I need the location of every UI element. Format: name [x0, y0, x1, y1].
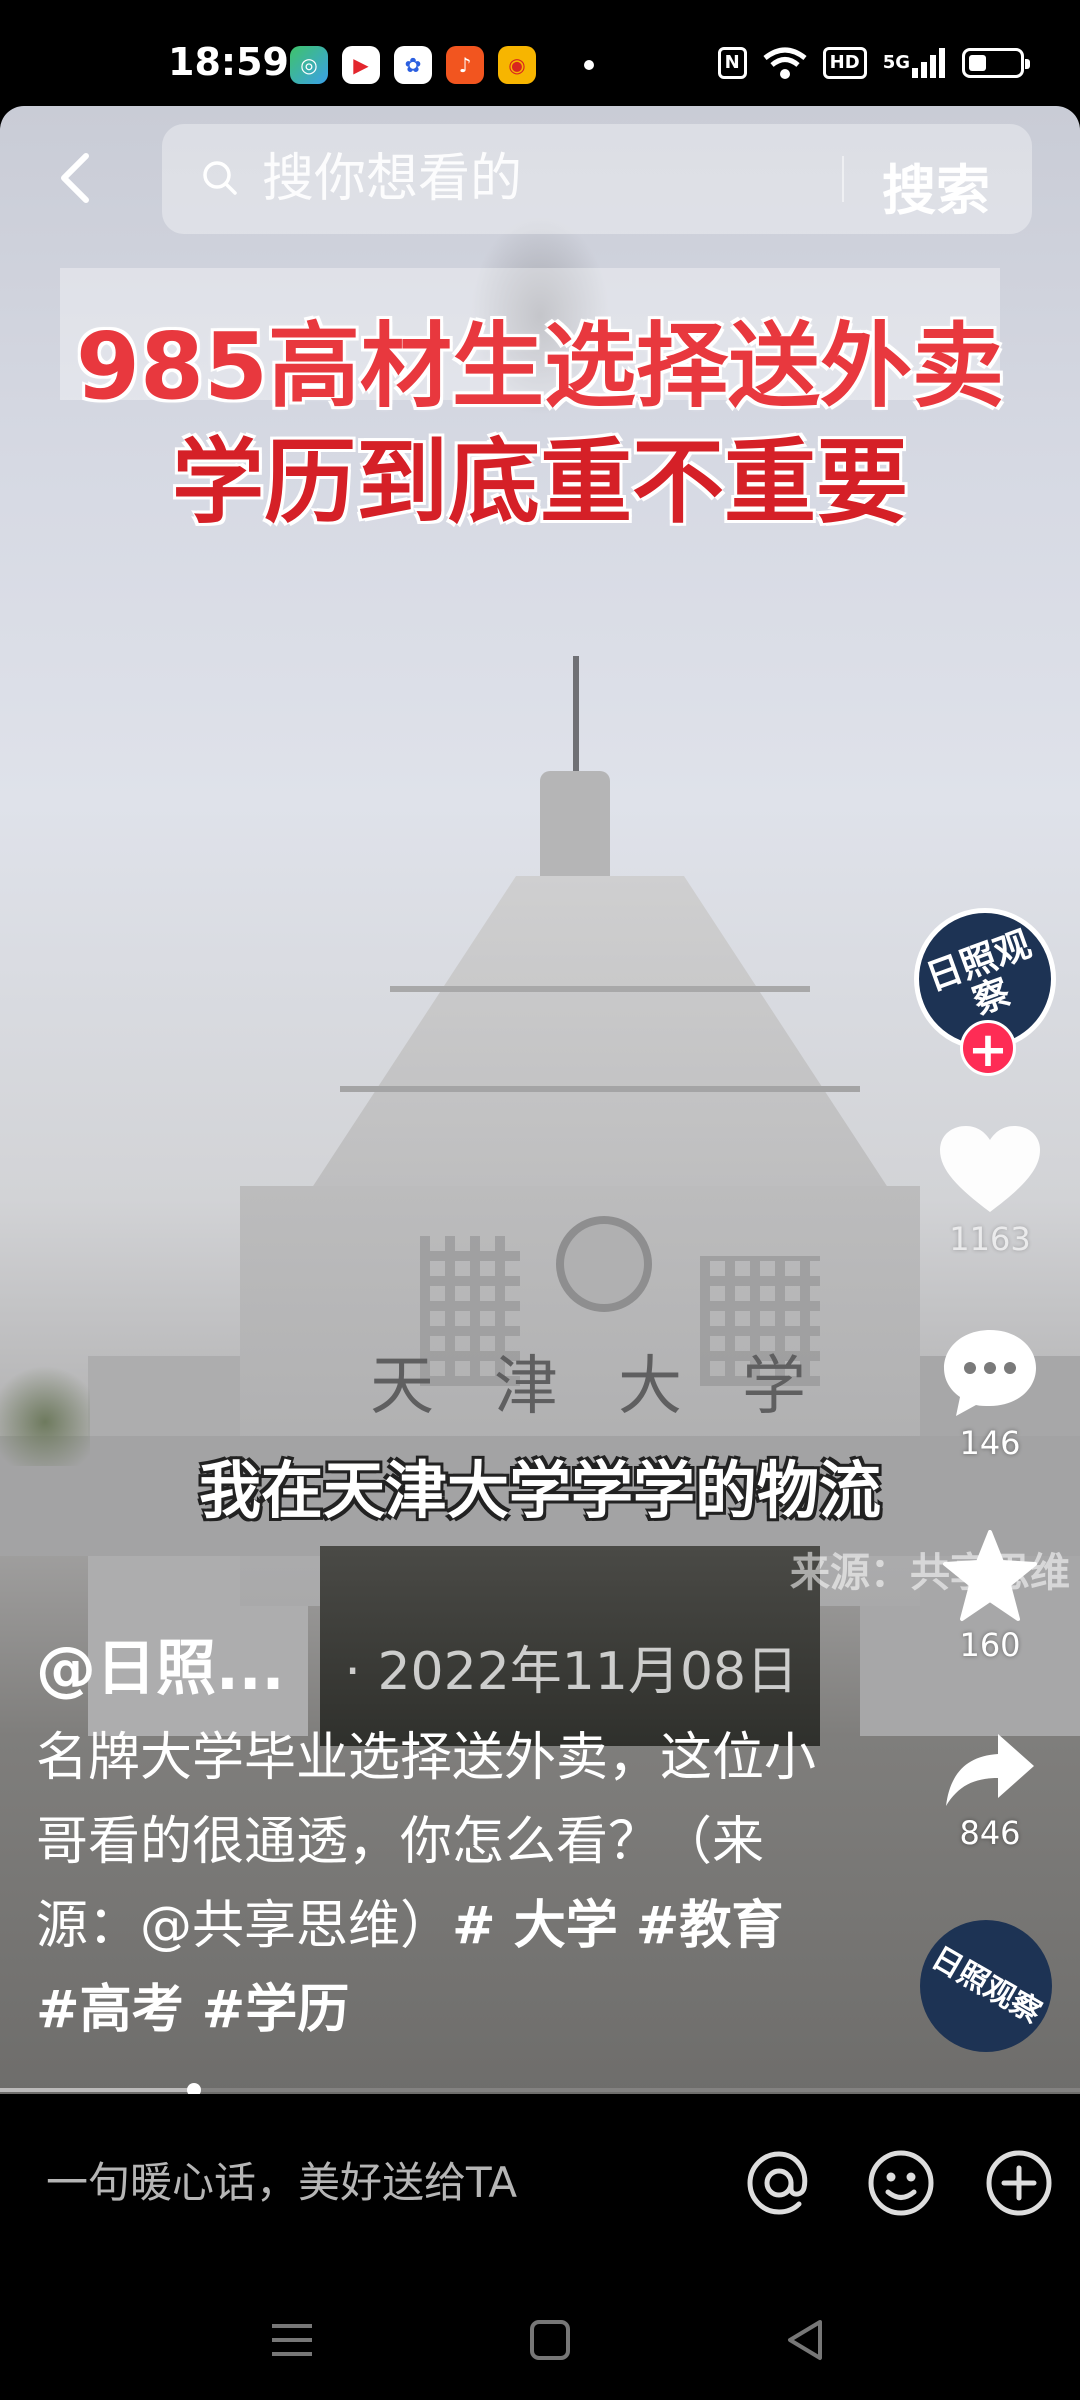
home-icon[interactable] — [520, 2310, 580, 2370]
wifi-icon — [763, 46, 807, 80]
back-triangle-icon[interactable] — [776, 2310, 836, 2370]
like-count: 1163 — [949, 1220, 1031, 1258]
status-time: 18:59 — [168, 40, 289, 84]
gate-inscription: 天津大学 — [370, 1350, 866, 1424]
favorite-button[interactable]: 160 — [930, 1530, 1050, 1664]
hd-icon: HD — [822, 47, 867, 79]
video-app-icon: ▶ — [342, 46, 380, 84]
search-icon — [203, 161, 237, 195]
comment-icon — [944, 1330, 1036, 1416]
video-title-line2: 学历到底重不重要 — [171, 429, 908, 536]
post-date: · 2022年11月08日 — [344, 1642, 799, 1702]
add-icon[interactable] — [984, 2148, 1054, 2218]
green-app-icon: ◎ — [290, 46, 328, 84]
at-mention-icon[interactable] — [744, 2148, 814, 2218]
music-disc[interactable]: 日照观察 — [920, 1920, 1052, 2052]
favorite-count: 160 — [959, 1626, 1021, 1664]
status-app-icons: ◎ ▶ ✿ ♪ ◉ — [290, 46, 594, 84]
share-icon — [946, 1734, 1034, 1806]
back-arrow-icon — [61, 153, 89, 203]
share-button[interactable]: 846 — [930, 1730, 1050, 1852]
search-button[interactable]: 搜索 — [882, 146, 990, 225]
roof-ledge — [340, 1086, 860, 1092]
orange-app-icon: ♪ — [446, 46, 484, 84]
like-button[interactable]: 1163 — [930, 1124, 1050, 1258]
screen: 18:59 ◎ ▶ ✿ ♪ ◉ N HD 5G 天津大学 985高材生选择送外卖… — [0, 0, 1080, 2400]
roof-ledge — [390, 986, 810, 992]
comment-count: 146 — [959, 1424, 1021, 1462]
author-name[interactable]: @日照... — [36, 1620, 284, 1707]
video-title-line1: 985高材生选择送外卖 — [75, 313, 1005, 420]
search-bar[interactable]: 搜索 — [162, 124, 1032, 234]
playback-progress[interactable] — [0, 2083, 1080, 2097]
disc-logo-text: 日照观察 — [925, 1940, 1047, 2031]
video-subtitle: 我在天津大学学学的物流 — [198, 1454, 881, 1527]
signal-icon: 5G — [883, 48, 946, 78]
nfc-icon: N — [717, 47, 747, 79]
notification-dot — [584, 60, 594, 70]
star-icon — [943, 1530, 1037, 1621]
progress-fill — [0, 2088, 195, 2092]
comment-input[interactable] — [46, 2146, 686, 2218]
heart-icon — [940, 1126, 1040, 1212]
status-indicators: N HD 5G — [717, 46, 1030, 80]
follow-button[interactable]: + — [960, 1020, 1016, 1077]
building-roof — [300, 876, 900, 1206]
back-button[interactable] — [50, 150, 106, 206]
share-count: 846 — [959, 1814, 1021, 1852]
emoji-icon[interactable] — [866, 2148, 936, 2218]
university-emblem — [556, 1216, 652, 1312]
baidu-app-icon: ✿ — [394, 46, 432, 84]
system-nav-bar — [0, 2270, 1080, 2400]
search-input[interactable] — [262, 142, 882, 216]
building-tower — [540, 771, 610, 881]
status-bar: 18:59 ◎ ▶ ✿ ♪ ◉ N HD 5G — [0, 0, 1080, 106]
search-divider — [842, 156, 844, 202]
video-caption[interactable]: 名牌大学毕业选择送外卖，这位小哥看的很通透，你怎么看？（来源：@共享思维）# 大… — [36, 1716, 826, 2052]
building-spire — [573, 656, 579, 776]
video-info: @日照... · 2022年11月08日 名牌大学毕业选择送外卖，这位小哥看的很… — [36, 1620, 836, 2052]
author-row: @日照... · 2022年11月08日 — [36, 1620, 836, 1704]
weibo-app-icon: ◉ — [498, 46, 536, 84]
comment-button[interactable]: 146 — [930, 1326, 1050, 1462]
battery-icon — [962, 48, 1030, 78]
comment-bar — [0, 2094, 1080, 2270]
menu-icon[interactable] — [262, 2310, 322, 2370]
